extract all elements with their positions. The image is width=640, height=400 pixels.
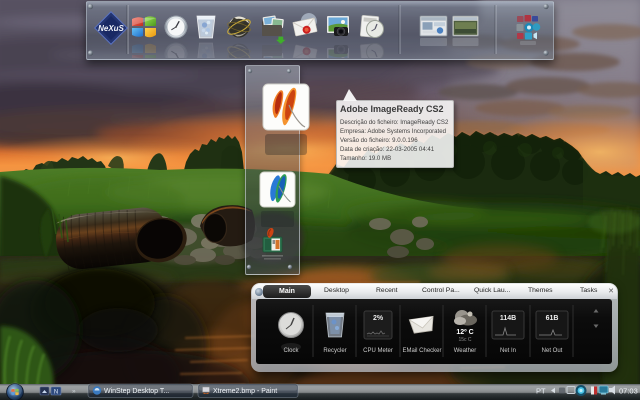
- svg-text:Weather: Weather: [454, 348, 477, 354]
- svg-text:N: N: [54, 390, 58, 396]
- svg-text:12º C: 12º C: [456, 329, 473, 336]
- svg-text:WinStep Desktop T...: WinStep Desktop T...: [104, 388, 169, 395]
- svg-text:07:03: 07:03: [619, 387, 638, 396]
- svg-text:»: »: [72, 388, 76, 395]
- svg-text:61B: 61B: [546, 315, 559, 322]
- svg-text:114B: 114B: [500, 315, 516, 322]
- svg-text:Xtreme2.bmp - Paint: Xtreme2.bmp - Paint: [213, 388, 277, 395]
- svg-text:15c C: 15c C: [458, 337, 471, 343]
- svg-text:PT: PT: [536, 387, 546, 396]
- svg-text:NeXuS: NeXuS: [98, 24, 124, 33]
- svg-text:CPU Meter: CPU Meter: [363, 348, 393, 354]
- svg-text:Recycler: Recycler: [323, 348, 346, 354]
- svg-text:Net Out: Net Out: [542, 348, 563, 354]
- svg-text:EMail Checker: EMail Checker: [402, 348, 441, 354]
- svg-text:Clock: Clock: [283, 348, 299, 354]
- svg-text:2%: 2%: [373, 315, 384, 322]
- svg-text:Net In: Net In: [500, 348, 516, 354]
